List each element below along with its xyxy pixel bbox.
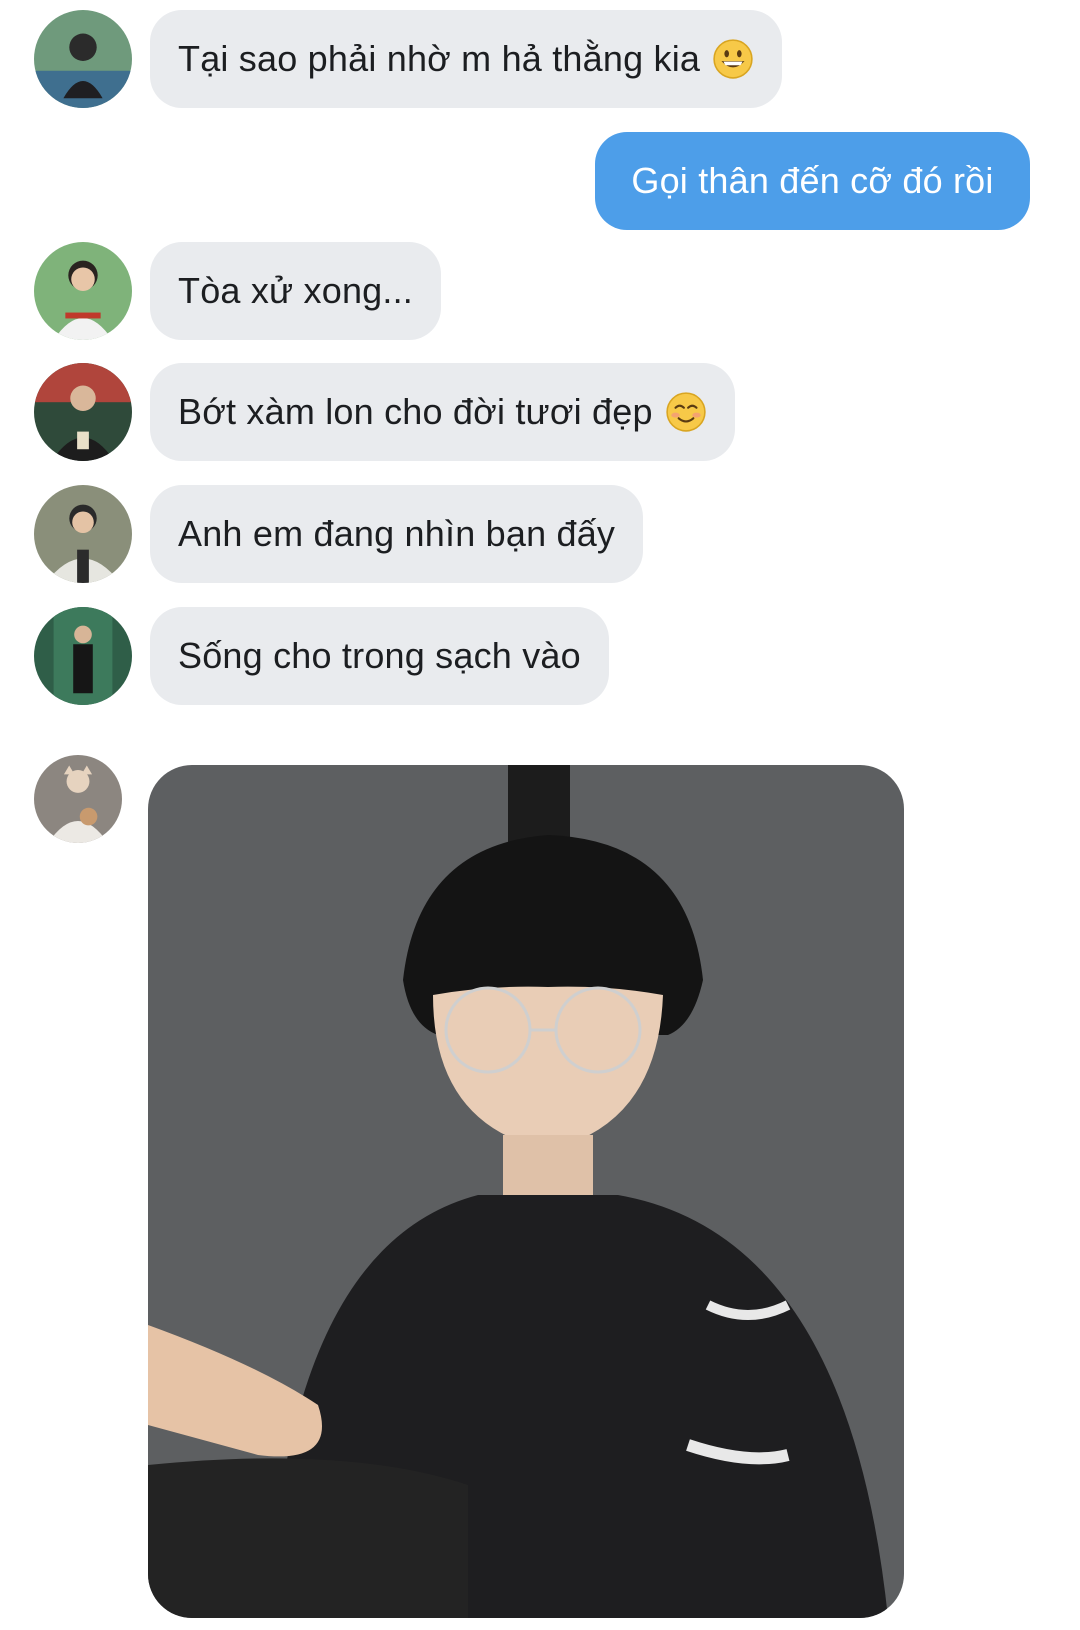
- message-bubble-outgoing[interactable]: Gọi thân đến cỡ đó rồi: [595, 132, 1030, 230]
- photo-attachment[interactable]: [148, 765, 904, 1618]
- sender-avatar[interactable]: [34, 485, 132, 583]
- message-text: Tòa xử xong...: [178, 270, 414, 311]
- message-text: Tại sao phải nhờ m hả thằng kia: [178, 38, 701, 79]
- message-text: Anh em đang nhìn bạn đấy: [178, 513, 616, 554]
- chat-thread: Tại sao phải nhờ m hả thằng kia Gọi thân…: [0, 0, 1080, 1630]
- message-bubble[interactable]: Tòa xử xong...: [150, 242, 442, 340]
- message-text: Gọi thân đến cỡ đó rồi: [631, 160, 994, 201]
- grinning-face-icon: [712, 38, 754, 80]
- message-bubble[interactable]: Sống cho trong sạch vào: [150, 607, 609, 705]
- avatar-photo: [34, 607, 132, 705]
- message-bubble[interactable]: Tại sao phải nhờ m hả thằng kia: [150, 10, 783, 108]
- avatar-photo: [34, 363, 132, 461]
- message-text: Sống cho trong sạch vào: [178, 635, 581, 676]
- message-bubble[interactable]: Anh em đang nhìn bạn đấy: [150, 485, 644, 583]
- attached-photo: [148, 765, 904, 1618]
- message-text: Bớt xàm lon cho đời tươi đẹp: [178, 391, 653, 432]
- smiling-face-icon: [665, 391, 707, 433]
- avatar-photo: [34, 755, 122, 843]
- sender-avatar[interactable]: [34, 242, 132, 340]
- sender-avatar[interactable]: [34, 755, 122, 843]
- sender-avatar[interactable]: [34, 607, 132, 705]
- message-bubble[interactable]: Bớt xàm lon cho đời tươi đẹp: [150, 363, 735, 461]
- avatar-photo: [34, 10, 132, 108]
- avatar-photo: [34, 485, 132, 583]
- avatar-photo: [34, 242, 132, 340]
- sender-avatar[interactable]: [34, 363, 132, 461]
- sender-avatar[interactable]: [34, 10, 132, 108]
